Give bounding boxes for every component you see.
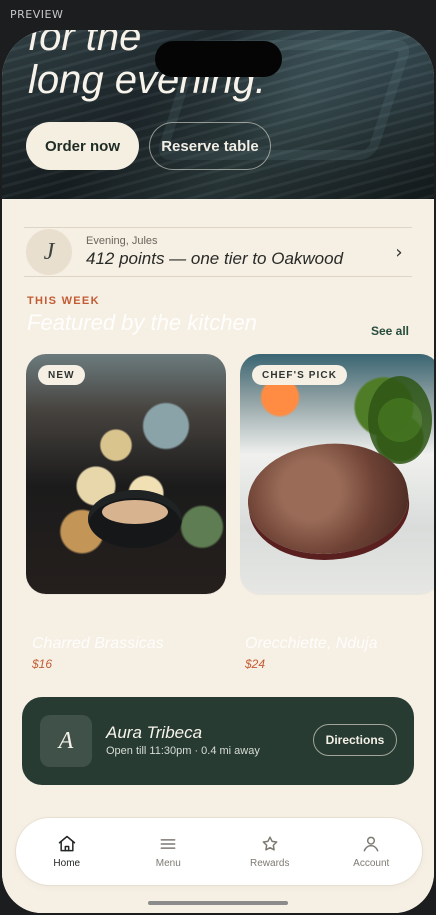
location-name: Aura Tribeca [106,723,203,742]
app-frame: PREVIEW for the long evening. Order now … [0,0,436,915]
chevron-right-icon: › [395,241,403,263]
nav-item-rewards[interactable]: Rewards [219,834,321,869]
loyalty-row[interactable]: J Evening, Jules 412 points — one tier t… [24,227,412,277]
bottom-navigation: Home Menu Rewards Account [16,818,422,885]
location-meta: Open till 11:30pm · 0.4 mi away [106,745,260,757]
user-icon [361,834,381,854]
points-text: 412 points — one tier to Oakwood [86,249,344,268]
food-image-bowl [88,490,182,548]
menu-icon [158,834,178,854]
dish-card[interactable]: CHEF'S PICK [240,354,434,594]
dish-name: Orecchiette, Nduja [245,635,378,652]
nav-label-rewards: Rewards [250,858,290,869]
reserve-table-button[interactable]: Reserve table [149,122,271,170]
nav-item-home[interactable]: Home [16,834,118,869]
greeting-text: Evening, Jules [86,235,158,247]
section-eyebrow: THIS WEEK [27,295,100,307]
dish-name: Charred Brassicas [32,635,164,652]
camera-notch [155,41,282,77]
home-indicator [148,901,288,905]
see-all-link[interactable]: See all [371,324,409,338]
new-badge: NEW [38,365,85,385]
nav-label-account: Account [353,858,390,869]
nav-item-account[interactable]: Account [321,834,423,869]
nav-label-home: Home [53,858,81,869]
food-image-greens [368,376,432,464]
nav-label-menu: Menu [155,858,181,869]
location-avatar: A [40,715,92,767]
home-icon [57,834,77,854]
phone-screen: for the long evening. Order now Reserve … [2,30,434,913]
preview-label: PREVIEW [10,8,64,21]
order-now-button[interactable]: Order now [26,122,139,170]
star-icon [260,834,280,854]
user-avatar: J [26,229,72,275]
hero-banner: for the long evening. Order now Reserve … [2,30,434,199]
dish-price: $24 [245,657,266,671]
location-card[interactable]: A Aura Tribeca Open till 11:30pm · 0.4 m… [22,697,414,785]
loyalty-text: Evening, Jules 412 points — one tier to … [86,235,390,269]
dish-card[interactable]: NEW [26,354,226,594]
chef-pick-badge: CHEF'S PICK [252,365,348,385]
section-title: Featured by the kitchen [27,310,257,335]
directions-button[interactable]: Directions [313,724,397,756]
nav-item-menu[interactable]: Menu [118,834,220,869]
home-content: J Evening, Jules 412 points — one tier t… [2,199,434,913]
dish-price: $16 [32,657,53,671]
